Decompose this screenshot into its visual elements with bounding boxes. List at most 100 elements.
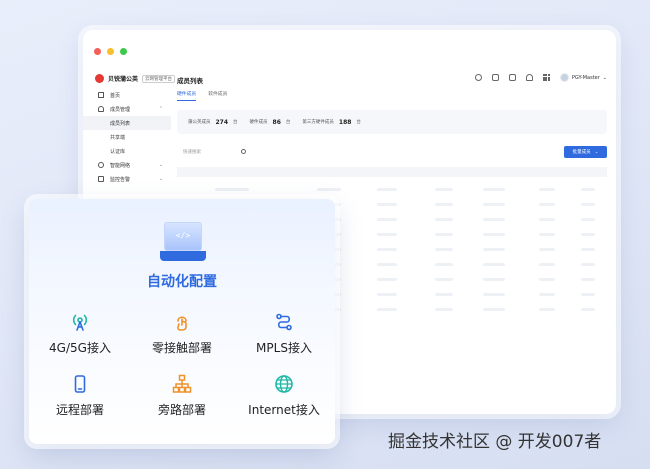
maximize-window-button[interactable] (120, 48, 127, 55)
chevron-down-icon: ⌄ (158, 162, 163, 168)
table-cell-placeholder (539, 278, 555, 281)
table-cell-placeholder (377, 188, 397, 191)
table-cell-placeholder (483, 263, 505, 266)
search-input[interactable]: 快速搜索 (177, 145, 247, 159)
table-cell-placeholder (435, 263, 453, 266)
feature-label: 零接触部署 (151, 341, 212, 355)
table-cell-placeholder (377, 263, 397, 266)
user-name: PGY-Master (571, 74, 600, 81)
stat-label: 蒲公英成员 (188, 120, 211, 125)
theme-icon[interactable] (474, 74, 482, 81)
code-screen-icon: </> (160, 222, 206, 262)
stat-unit: 台 (233, 120, 238, 125)
close-window-button[interactable] (94, 48, 101, 55)
table-cell-placeholder (581, 263, 595, 266)
search-icon[interactable] (241, 149, 246, 154)
tab-bar: 硬件成员 软件成员 (177, 90, 227, 101)
sidebar-item-shared-end[interactable]: 共享端 (83, 130, 171, 144)
route-icon (276, 313, 292, 331)
sidebar-item-smart-network[interactable]: 智能网络 ⌄ (83, 158, 171, 172)
tab-hardware-members[interactable]: 硬件成员 (177, 90, 197, 101)
table-cell-placeholder (483, 218, 505, 221)
table-cell-placeholder (539, 188, 555, 191)
stat-value: 86 (272, 118, 281, 126)
feature-label: MPLS接入 (256, 341, 312, 355)
table-row[interactable] (177, 182, 607, 197)
stat-label: 硬件成员 (249, 120, 268, 125)
card-title: 自动化配置 (147, 274, 217, 290)
table-cell-placeholder (581, 308, 595, 311)
user-icon (98, 106, 104, 112)
stat-label: 第三方硬件成员 (302, 120, 334, 125)
window-controls (94, 48, 127, 55)
table-cell-placeholder (435, 233, 453, 236)
table-cell-placeholder (377, 278, 397, 281)
table-cell-placeholder (435, 248, 453, 251)
minimize-window-button[interactable] (107, 48, 114, 55)
batch-members-button[interactable]: 批量成员 ⌄ (564, 146, 607, 158)
feature-label: 4G/5G接入 (49, 341, 111, 355)
table-cell-placeholder (539, 263, 555, 266)
bell-icon[interactable] (525, 74, 533, 81)
table-cell-placeholder (581, 203, 595, 206)
table-cell-placeholder (483, 278, 505, 281)
table-header (177, 167, 607, 177)
sidebar: 首页 成员管理 ⌃ 成员列表 共享端 认证库 智能网络 ⌄ 监控告警 ⌄ (83, 88, 171, 186)
table-cell-placeholder (483, 188, 505, 191)
table-cell-placeholder (539, 203, 555, 206)
brand-name: 贝锐蒲公英 (108, 76, 139, 83)
table-cell-placeholder (581, 248, 595, 251)
stat-unit: 台 (356, 120, 361, 125)
sidebar-item-member-list[interactable]: 成员列表 (83, 116, 171, 130)
touch-icon (177, 316, 187, 331)
table-cell-placeholder (581, 278, 595, 281)
table-cell-placeholder (539, 248, 555, 251)
org-chart-icon (172, 374, 192, 393)
stat-unit: 台 (285, 120, 291, 125)
table-cell-placeholder (435, 293, 453, 296)
table-cell-placeholder (581, 218, 595, 221)
monitor-icon (98, 176, 104, 182)
feature-remote-deploy: 远程部署 (29, 374, 131, 418)
sidebar-item-home[interactable]: 首页 (83, 88, 171, 102)
table-cell-placeholder (435, 188, 453, 191)
download-icon[interactable] (491, 74, 499, 81)
feature-label: 远程部署 (55, 403, 104, 417)
stat-third-party-members: 第三方硬件成员 188 台 (302, 119, 361, 126)
sidebar-item-auth-library[interactable]: 认证库 (83, 144, 171, 158)
table-toolbar: 快速搜索 批量成员 ⌄ (177, 145, 607, 161)
tab-software-members[interactable]: 软件成员 (208, 90, 227, 101)
table-cell-placeholder (581, 293, 595, 296)
table-cell-placeholder (483, 233, 505, 236)
sidebar-item-label: 监控告警 (110, 176, 131, 183)
home-icon (98, 92, 104, 98)
apps-grid-icon[interactable] (542, 74, 550, 82)
sidebar-item-label: 智能网络 (110, 162, 131, 169)
table-cell-placeholder (483, 293, 505, 296)
sidebar-item-member-management[interactable]: 成员管理 ⌃ (83, 102, 171, 116)
feature-4g5g: 4G/5G接入 (29, 312, 131, 356)
table-cell-placeholder (483, 308, 505, 311)
table-cell-placeholder (317, 188, 341, 191)
edit-icon[interactable] (508, 74, 516, 81)
table-cell-placeholder (435, 278, 453, 281)
table-cell-placeholder (377, 248, 397, 251)
code-glyph: </> (175, 231, 191, 240)
gear-icon (98, 162, 104, 168)
globe-icon (275, 375, 293, 393)
feature-zero-touch: 零接触部署 (131, 312, 233, 356)
automation-config-card: </> 自动化配置 4G/5G接入 零接触部署 MPLS接入 远程部署 旁路部署… (29, 199, 335, 444)
feature-bypass-deploy: 旁路部署 (131, 374, 233, 418)
user-menu[interactable]: PGY-Master ⌄ (559, 73, 607, 82)
table-cell-placeholder (215, 188, 249, 191)
sidebar-item-monitoring[interactable]: 监控告警 ⌄ (83, 172, 171, 186)
table-cell-placeholder (483, 203, 505, 206)
brand-tag: 云网管理平台 (142, 74, 176, 83)
table-cell-placeholder (435, 218, 453, 221)
stat-hardware-members: 硬件成员 86 台 (250, 119, 291, 126)
sidebar-item-label: 首页 (110, 92, 121, 99)
stat-value: 188 (338, 118, 352, 126)
watermark: 掘金技术社区 @ 开发007者 (388, 432, 602, 452)
topbar: PGY-Master ⌄ (474, 73, 607, 82)
feature-label: Internet接入 (248, 403, 320, 417)
